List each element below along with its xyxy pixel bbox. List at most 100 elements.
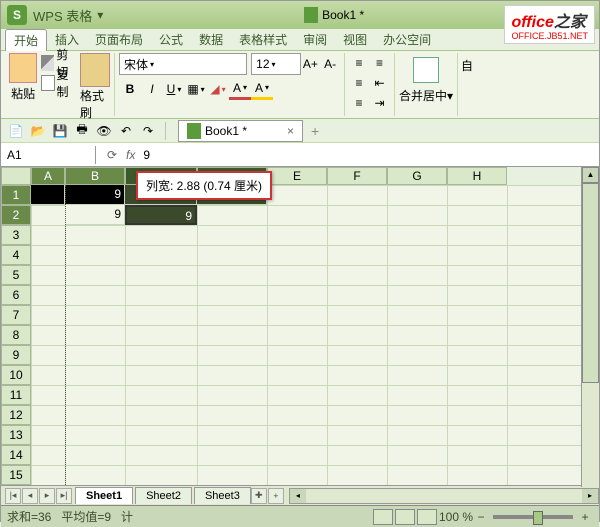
document-tab[interactable]: Book1 * ×: [178, 120, 303, 142]
cancel-edit-button[interactable]: ⟳: [102, 148, 122, 162]
cell-B2[interactable]: 9: [65, 205, 125, 225]
sheet-menu-button[interactable]: +: [268, 488, 284, 504]
scroll-up-button[interactable]: ▲: [582, 167, 599, 183]
preview-button[interactable]: 👁: [95, 122, 113, 140]
row-header-3[interactable]: 3: [1, 225, 31, 245]
border-button[interactable]: ▦▾: [185, 78, 207, 100]
indent-inc-button[interactable]: ⇥: [370, 93, 390, 113]
app-menu-dropdown[interactable]: ▾: [92, 8, 108, 22]
menu-office-space[interactable]: 办公空间: [375, 29, 439, 50]
copy-button[interactable]: 复制: [41, 73, 76, 93]
row-header-1[interactable]: 1: [1, 185, 31, 205]
font-name-select[interactable]: 宋体▾: [119, 53, 247, 75]
select-all-corner[interactable]: [1, 167, 31, 185]
ribbon: 粘贴 剪切 复制 格式刷 宋体▾ 12▾ A+ A- B I U▾ ▦▾ ◢▾ …: [1, 51, 599, 119]
page-layout-view-button[interactable]: [395, 509, 415, 525]
doc-icon: [304, 7, 318, 23]
indent-dec-button[interactable]: ⇤: [370, 73, 390, 93]
font-size-select[interactable]: 12▾: [251, 53, 300, 75]
highlight-button[interactable]: A▾: [251, 78, 273, 100]
align-group: ≡ ≡ ≡ ≡ ⇤ ⇥: [345, 53, 395, 116]
row-header-12[interactable]: 12: [1, 405, 31, 425]
save-button[interactable]: 💾: [51, 122, 69, 140]
scroll-left-button[interactable]: ◂: [290, 489, 306, 503]
last-sheet-button[interactable]: ▸|: [56, 488, 72, 504]
row-header-4[interactable]: 4: [1, 245, 31, 265]
menu-table-style[interactable]: 表格样式: [231, 29, 295, 50]
col-header-E[interactable]: E: [267, 167, 327, 185]
bold-button[interactable]: B: [119, 78, 141, 100]
redo-button[interactable]: ↷: [139, 122, 157, 140]
row-header-11[interactable]: 11: [1, 385, 31, 405]
menu-page-layout[interactable]: 页面布局: [87, 29, 151, 50]
row-header-10[interactable]: 10: [1, 365, 31, 385]
row-header-8[interactable]: 8: [1, 325, 31, 345]
col-header-F[interactable]: F: [327, 167, 387, 185]
row-header-6[interactable]: 6: [1, 285, 31, 305]
undo-button[interactable]: ↶: [117, 122, 135, 140]
col-header-A[interactable]: A: [31, 167, 65, 185]
row-header-15[interactable]: 15: [1, 465, 31, 485]
italic-button[interactable]: I: [141, 78, 163, 100]
font-group: 宋体▾ 12▾ A+ A- B I U▾ ▦▾ ◢▾ A▾ A▾: [115, 53, 345, 116]
underline-button[interactable]: U▾: [163, 78, 185, 100]
row-header-13[interactable]: 13: [1, 425, 31, 445]
prev-sheet-button[interactable]: ◂: [22, 488, 38, 504]
open-file-button[interactable]: 📂: [29, 122, 47, 140]
cell-C2[interactable]: 9: [125, 205, 197, 225]
column-width-tooltip: 列宽: 2.88 (0.74 厘米): [136, 171, 272, 200]
col-header-H[interactable]: H: [447, 167, 507, 185]
format-painter-button[interactable]: 格式刷: [80, 53, 110, 121]
next-sheet-button[interactable]: ▸: [39, 488, 55, 504]
name-box[interactable]: A1: [1, 146, 96, 164]
sheet-tab-2[interactable]: Sheet2: [135, 487, 192, 504]
formula-bar: A1 ⟳ fx 9: [1, 143, 599, 167]
col-header-B[interactable]: B: [65, 167, 125, 185]
normal-view-button[interactable]: [373, 509, 393, 525]
cell-B1[interactable]: 9: [65, 185, 125, 205]
new-tab-button[interactable]: +: [311, 123, 319, 139]
close-tab-button[interactable]: ×: [287, 124, 294, 138]
merge-center-button[interactable]: 合并居中▾: [399, 87, 453, 104]
zoom-in-button[interactable]: +: [577, 510, 593, 524]
menu-data[interactable]: 数据: [191, 29, 231, 50]
row-header-2[interactable]: 2: [1, 205, 31, 225]
first-sheet-button[interactable]: |◂: [5, 488, 21, 504]
menu-home[interactable]: 开始: [5, 29, 47, 51]
zoom-slider[interactable]: [493, 515, 573, 519]
vertical-scrollbar[interactable]: ▲: [581, 167, 599, 487]
col-header-G[interactable]: G: [387, 167, 447, 185]
status-bar: 求和=36 平均值=9 计 100 % − +: [1, 505, 599, 527]
font-color-button[interactable]: A▾: [229, 78, 251, 100]
row-header-7[interactable]: 7: [1, 305, 31, 325]
cell-A1[interactable]: [31, 185, 65, 205]
add-sheet-button[interactable]: ✚: [251, 488, 267, 504]
decrease-font-button[interactable]: A-: [320, 53, 340, 75]
sheet-tab-3[interactable]: Sheet3: [194, 487, 251, 504]
sheet-tab-1[interactable]: Sheet1: [75, 487, 133, 504]
align-middle-button[interactable]: ≡: [349, 73, 369, 93]
increase-font-button[interactable]: A+: [301, 53, 321, 75]
row-header-5[interactable]: 5: [1, 265, 31, 285]
scroll-right-button[interactable]: ▸: [582, 489, 598, 503]
fill-color-button[interactable]: ◢▾: [207, 78, 229, 100]
zoom-out-button[interactable]: −: [473, 510, 489, 524]
clipboard-group: 粘贴 剪切 复制 格式刷: [5, 53, 115, 116]
align-top-button[interactable]: ≡: [349, 53, 369, 73]
row-header-9[interactable]: 9: [1, 345, 31, 365]
page-break-view-button[interactable]: [417, 509, 437, 525]
menu-formulas[interactable]: 公式: [151, 29, 191, 50]
align-center-button[interactable]: ≡: [370, 53, 390, 73]
menu-review[interactable]: 审阅: [295, 29, 335, 50]
row-header-14[interactable]: 14: [1, 445, 31, 465]
menu-view[interactable]: 视图: [335, 29, 375, 50]
grid-body[interactable]: 999: [31, 185, 599, 485]
paste-button[interactable]: 粘贴: [9, 53, 37, 102]
new-file-button[interactable]: 📄: [7, 122, 25, 140]
horizontal-scrollbar[interactable]: ◂ ▸: [289, 488, 599, 504]
print-button[interactable]: 🖶: [73, 122, 91, 140]
formula-input[interactable]: 9: [143, 148, 150, 162]
fx-icon[interactable]: fx: [126, 148, 135, 162]
align-left-button[interactable]: ≡: [349, 93, 369, 113]
scroll-thumb[interactable]: [582, 183, 599, 383]
